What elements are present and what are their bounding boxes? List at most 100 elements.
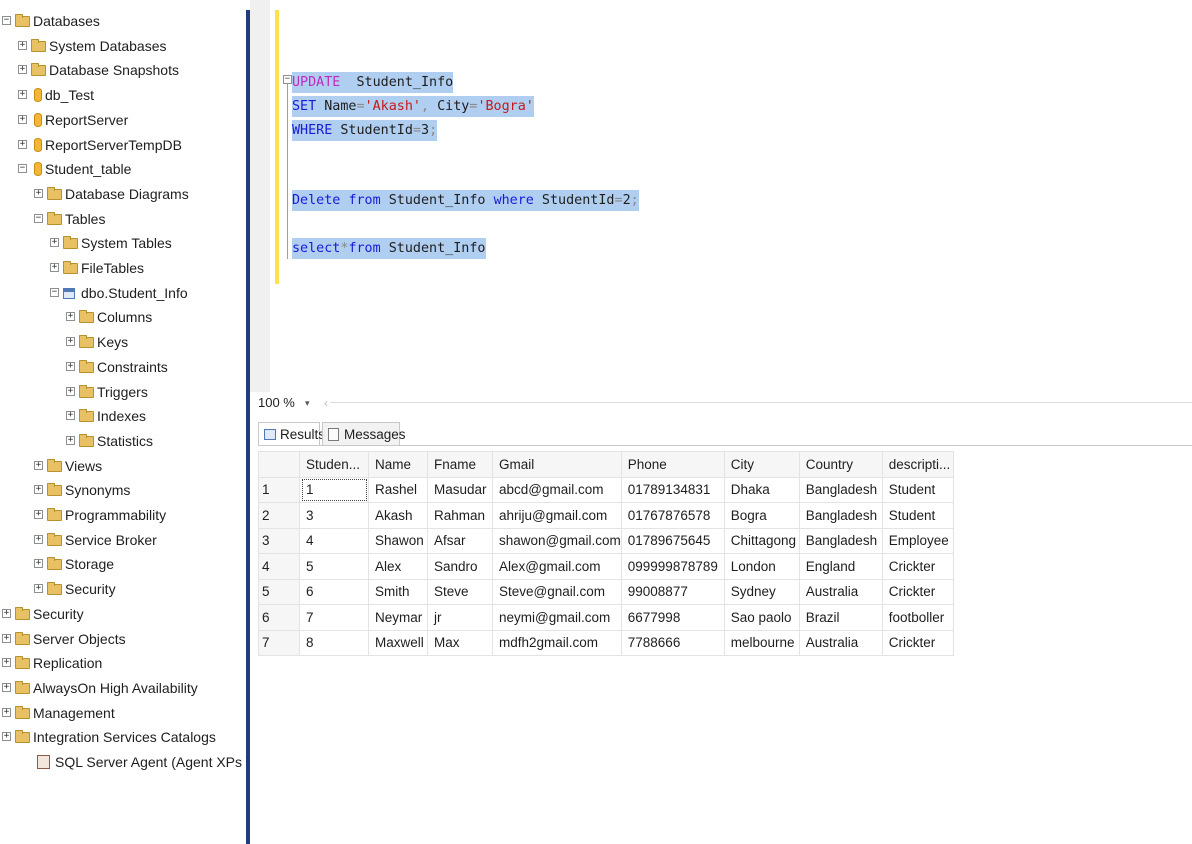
grid-cell[interactable]: shawon@gmail.com: [492, 527, 622, 554]
grid-cell[interactable]: 7788666: [620, 629, 725, 656]
code-line[interactable]: UPDATE Student_Info: [292, 72, 454, 93]
grid-cell[interactable]: Crickter: [881, 578, 954, 605]
collapse-icon[interactable]: −: [34, 213, 43, 223]
grid-cell[interactable]: Neymar: [368, 604, 428, 631]
expand-icon[interactable]: +: [34, 460, 43, 470]
grid-cell[interactable]: Steve: [427, 578, 493, 605]
expand-icon[interactable]: +: [2, 608, 11, 618]
grid-cell[interactable]: neymi@gmail.com: [492, 604, 622, 631]
table-row[interactable]: 1 1 Rashel Masudar abcd@gmail.com 01789134831…: [258, 476, 954, 503]
expand-icon[interactable]: +: [34, 188, 43, 198]
grid-cell[interactable]: Sao paolo: [723, 604, 800, 631]
row-number[interactable]: 7: [258, 629, 300, 656]
expand-icon[interactable]: +: [2, 658, 11, 668]
expand-icon[interactable]: +: [50, 238, 59, 248]
column-header[interactable]: Gmail: [492, 451, 622, 478]
grid-cell[interactable]: Rashel: [368, 476, 428, 503]
code-line[interactable]: Delete from Student_Info where StudentId…: [292, 190, 639, 211]
grid-cell[interactable]: Shawon: [368, 527, 428, 554]
column-header[interactable]: Phone: [620, 451, 725, 478]
grid-cell[interactable]: 5: [299, 553, 369, 580]
expand-icon[interactable]: +: [2, 682, 11, 692]
expand-icon[interactable]: +: [66, 361, 75, 371]
code-line[interactable]: select*from Student_Info: [292, 238, 486, 259]
grid-cell[interactable]: Afsar: [427, 527, 493, 554]
grid-cell[interactable]: abcd@gmail.com: [492, 476, 622, 503]
grid-cell[interactable]: Student: [881, 502, 954, 529]
grid-cell[interactable]: Steve@gnail.com: [492, 578, 622, 605]
collapse-region-icon[interactable]: −: [283, 75, 292, 84]
scroll-left-icon[interactable]: ‹: [324, 392, 328, 414]
column-header[interactable]: Country: [798, 451, 883, 478]
grid-cell[interactable]: Bogra: [723, 502, 800, 529]
grid-cell[interactable]: England: [798, 553, 883, 580]
grid-cell[interactable]: Alex@gmail.com: [492, 553, 622, 580]
expand-icon[interactable]: +: [18, 114, 27, 124]
grid-cell[interactable]: 7: [299, 604, 369, 631]
row-number[interactable]: 3: [258, 527, 300, 554]
grid-cell[interactable]: mdfh2gmail.com: [492, 629, 622, 656]
grid-cell[interactable]: Brazil: [798, 604, 883, 631]
expand-icon[interactable]: +: [66, 411, 75, 421]
grid-cell[interactable]: ahriju@gmail.com: [492, 502, 622, 529]
table-row[interactable]: 7 8 Maxwell Max mdfh2gmail.com 7788666 melbour…: [258, 629, 954, 656]
column-header[interactable]: City: [723, 451, 800, 478]
expand-icon[interactable]: +: [50, 263, 59, 272]
column-header[interactable]: Fname: [427, 451, 493, 478]
column-header[interactable]: descripti...: [881, 451, 954, 478]
grid-cell[interactable]: Bangladesh: [798, 527, 883, 554]
grid-cell[interactable]: melbourne: [723, 629, 800, 656]
grid-cell[interactable]: Dhaka: [723, 476, 800, 503]
grid-cell[interactable]: Bangladesh: [798, 502, 883, 529]
grid-cell[interactable]: Sydney: [723, 578, 800, 605]
row-number[interactable]: 1: [258, 476, 300, 503]
grid-cell[interactable]: Rahman: [427, 502, 493, 529]
grid-cell[interactable]: 3: [299, 502, 369, 529]
collapse-icon[interactable]: −: [18, 164, 27, 174]
grid-cell[interactable]: 01767876578: [620, 502, 725, 529]
zoom-level[interactable]: 100 %: [258, 392, 295, 414]
expand-icon[interactable]: +: [34, 510, 43, 519]
expand-icon[interactable]: +: [18, 139, 27, 149]
expand-icon[interactable]: +: [2, 633, 11, 643]
grid-cell[interactable]: 6677998: [620, 604, 725, 631]
grid-cell[interactable]: footboller: [881, 604, 954, 631]
grid-cell[interactable]: Chittagong: [723, 527, 800, 554]
expand-icon[interactable]: +: [2, 707, 11, 717]
grid-cell[interactable]: 099999878789: [620, 553, 725, 580]
table-row[interactable]: 6 7 Neymar jr neymi@gmail.com 6677998 Sao paol…: [258, 604, 954, 631]
grid-cell[interactable]: Crickter: [881, 629, 954, 656]
table-row[interactable]: 2 3 Akash Rahman ahriju@gmail.com 01767876578…: [258, 502, 954, 529]
expand-icon[interactable]: +: [18, 90, 27, 100]
code-line[interactable]: WHERE StudentId=3;: [292, 120, 438, 141]
table-row[interactable]: 4 5 Alex Sandro Alex@gmail.com 099999878789 Lo…: [258, 553, 954, 580]
expand-icon[interactable]: +: [66, 386, 75, 396]
grid-cell[interactable]: Australia: [798, 578, 883, 605]
row-number[interactable]: 2: [258, 502, 300, 529]
grid-cell[interactable]: Masudar: [427, 476, 493, 503]
grid-cell[interactable]: Bangladesh: [798, 476, 883, 503]
grid-cell[interactable]: Alex: [368, 553, 428, 580]
grid-cell[interactable]: 8: [299, 629, 369, 656]
grid-cell[interactable]: Smith: [368, 578, 428, 605]
zoom-dropdown-icon[interactable]: ▾: [305, 392, 310, 414]
expand-icon[interactable]: +: [66, 312, 75, 322]
grid-cell[interactable]: Max: [427, 629, 493, 656]
grid-cell[interactable]: 4: [299, 527, 369, 554]
table-row[interactable]: 5 6 Smith Steve Steve@gnail.com 99008877 Sydne…: [258, 578, 954, 605]
grid-cell[interactable]: 01789675645: [620, 527, 725, 554]
grid-cell[interactable]: 6: [299, 578, 369, 605]
expand-icon[interactable]: +: [2, 732, 11, 742]
grid-cell[interactable]: Sandro: [427, 553, 493, 580]
tab-results[interactable]: Results: [258, 422, 325, 446]
expand-icon[interactable]: +: [66, 337, 75, 347]
grid-cell[interactable]: 1: [299, 476, 369, 503]
grid-cell[interactable]: Crickter: [881, 553, 954, 580]
column-header[interactable]: Name: [368, 451, 428, 478]
collapse-icon[interactable]: −: [50, 287, 59, 297]
expand-icon[interactable]: +: [18, 40, 27, 50]
collapse-icon[interactable]: −: [2, 16, 11, 25]
grid-cell[interactable]: Maxwell: [368, 629, 428, 656]
grid-corner[interactable]: [258, 451, 300, 478]
expand-icon[interactable]: +: [34, 584, 43, 594]
